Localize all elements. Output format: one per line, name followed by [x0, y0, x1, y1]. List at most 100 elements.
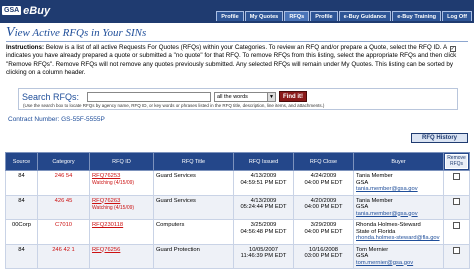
search-mode-select[interactable]: all the words ▼ [214, 92, 276, 102]
table-row: 84 246 42 1 RFQ76256 Guard Protection 10… [5, 243, 470, 269]
cell-source: 84 [5, 243, 38, 269]
column-header-buyer[interactable]: Buyer [353, 152, 444, 171]
nav-tab-profile-left[interactable]: Profile [216, 11, 244, 21]
main-nav: Profile My Quotes RFQs Profile e-Buy Gui… [215, 11, 472, 21]
cell-buyer: Tania Member GSA tania.member@gsa.gov [353, 170, 444, 196]
buyer-email-link[interactable]: tom.mernier@gsa.gov [356, 260, 441, 267]
cell-rfq-id: RFQ230118 [89, 219, 154, 245]
column-header-rfq-title[interactable]: RFQ Title [153, 152, 234, 171]
contract-number: Contract Number: GS-55F-5555P [8, 116, 105, 123]
buyer-email-link[interactable]: tania.member@gsa.gov [356, 211, 441, 218]
issued-time: 04:56:48 PM EDT [240, 228, 287, 235]
cell-remove [443, 194, 470, 220]
table-row: 00Corp C7010 RFQ230118 Computers 3/25/20… [5, 219, 470, 245]
cell-rfq-issued: 10/05/2007 11:46:39 PM EDT [233, 243, 294, 269]
instructions-text: Instructions: Below is a list of all act… [6, 44, 470, 77]
column-header-rfq-close[interactable]: RFQ Close [293, 152, 354, 171]
column-header-rfq-id[interactable]: RFQ ID [89, 152, 154, 171]
cell-rfq-close: 3/29/2009 04:00 PM EDT [293, 219, 354, 245]
issued-time: 05:24:44 PM EDT [240, 204, 287, 210]
buyer-email-link[interactable]: rhonda.holmes-steward@fla.gov [356, 235, 441, 242]
nav-tab-log-off[interactable]: Log Off [442, 11, 472, 21]
checkmark-icon: ✓ [449, 46, 456, 52]
cell-source: 00Corp [5, 219, 38, 245]
cell-rfq-close: 4/24/2009 04:00 PM EDT [293, 170, 354, 196]
buyer-email-link[interactable]: tania.member@gsa.gov [356, 186, 441, 193]
rfq-history-button[interactable]: RFQ History [411, 133, 468, 143]
category-link[interactable]: 246 54 [55, 173, 73, 179]
cell-rfq-id: RFQ76253 Watching (4/15/09) [89, 170, 154, 196]
cell-buyer: Tania Member GSA tania.member@gsa.gov [353, 194, 444, 220]
search-panel: Search RFQs: all the words ▼ Find it! (Us… [18, 88, 458, 110]
cell-rfq-id: RFQ76263 Watching (4/15/09) [89, 194, 154, 220]
chevron-down-icon: ▼ [267, 93, 275, 101]
remove-rfqs-button[interactable]: Remove RFQs [445, 154, 468, 169]
gsa-logo-mark: GSA [2, 6, 22, 15]
cell-buyer: Tom Mernier GSA tom.mernier@gsa.gov [353, 243, 444, 269]
cell-rfq-title: Computers [153, 219, 234, 245]
rfq-id-link[interactable]: RFQ76256 [92, 247, 120, 253]
table-row: 84 426 45 RFQ76263 Watching (4/15/09) Gua… [5, 194, 470, 220]
close-time: 03:00 PM EDT [304, 253, 343, 259]
column-header-category[interactable]: Category [37, 152, 90, 171]
rfq-id-link[interactable]: RFQ76263 [92, 198, 120, 204]
remove-checkbox[interactable] [453, 246, 460, 254]
cell-buyer: Rhonda Holmes-Steward State of Florida rho… [353, 219, 444, 245]
remove-checkbox[interactable] [453, 222, 460, 229]
title-divider [6, 41, 468, 42]
cell-category: 246 54 [37, 170, 90, 196]
instructions-label: Instructions: [6, 44, 45, 51]
search-label: Search RFQs: [22, 92, 80, 102]
cell-rfq-close: 10/16/2008 03:00 PM EDT [293, 243, 354, 269]
rfq-id-link[interactable]: RFQ76253 [92, 173, 120, 179]
nav-tab-profile[interactable]: Profile [310, 11, 338, 21]
cell-source: 84 [5, 194, 38, 220]
column-header-source[interactable]: Source [5, 152, 38, 171]
nav-tab-rfqs[interactable]: RFQs [284, 11, 310, 21]
search-help-text: (Use the search box to locate RFQs by ag… [23, 103, 325, 108]
cell-rfq-issued: 4/13/2009 05:24:44 PM EDT [233, 194, 294, 220]
cell-rfq-close: 4/20/2009 04:00 PM EDT [293, 194, 354, 220]
cell-rfq-title: Guard Services [153, 170, 234, 196]
close-time: 04:00 PM EDT [304, 179, 343, 186]
column-header-remove: Remove RFQs [443, 152, 470, 171]
instructions-part2: indicates you have already prepared a qu… [6, 52, 457, 76]
gsa-ebuy-logo: GSA eBuy [2, 2, 50, 19]
remove-checkbox[interactable] [453, 173, 460, 180]
cell-category: 426 45 [37, 194, 90, 220]
cell-rfq-title: Guard Services [153, 194, 234, 220]
top-header-bar: GSA eBuy Profile My Quotes RFQs Profile … [0, 0, 474, 23]
table-row: 84 246 54 RFQ76253 Watching (4/15/09) Gua… [5, 170, 470, 196]
cell-rfq-issued: 3/25/2009 04:56:48 PM EDT [233, 219, 294, 245]
cell-remove [443, 243, 470, 269]
page-title-initial: V [6, 25, 15, 40]
ebuy-logo-text: eBuy [23, 4, 51, 17]
close-time: 04:00 PM EDT [304, 228, 343, 235]
cell-remove [443, 219, 470, 245]
nav-tab-my-quotes[interactable]: My Quotes [244, 11, 284, 21]
column-header-rfq-issued[interactable]: RFQ Issued [233, 152, 294, 171]
page-title: View Active RFQs in Your SINs [6, 25, 146, 41]
rfq-id-link[interactable]: RFQ230118 [92, 222, 123, 228]
issued-time: 04:59:51 PM EDT [240, 179, 287, 186]
instructions-part1: Below is a list of all active Requests F… [44, 44, 449, 51]
category-link[interactable]: 426 45 [55, 198, 73, 204]
rfq-table: Source Category RFQ ID RFQ Title RFQ Iss… [5, 152, 470, 269]
page-title-rest: iew Active RFQs in Your SINs [14, 27, 147, 39]
find-it-button[interactable]: Find it! [279, 91, 307, 102]
issued-time: 11:46:39 PM EDT [240, 253, 287, 259]
watching-label: Watching (4/15/09) [92, 180, 135, 186]
close-time: 04:00 PM EDT [304, 204, 343, 210]
search-input[interactable] [87, 92, 211, 102]
category-link[interactable]: 246 42 1 [52, 247, 75, 253]
remove-checkbox[interactable] [453, 197, 460, 205]
cell-source: 84 [5, 170, 38, 196]
nav-tab-ebuy-training[interactable]: e-Buy Training [392, 11, 442, 21]
watching-label: Watching (4/15/09) [92, 204, 135, 211]
category-link[interactable]: C7010 [55, 222, 72, 228]
cell-category: C7010 [37, 219, 90, 245]
cell-rfq-title: Guard Protection [153, 243, 234, 269]
nav-tab-ebuy-guidance[interactable]: e-Buy Guidance [338, 11, 392, 21]
cell-category: 246 42 1 [37, 243, 90, 269]
cell-remove [443, 170, 470, 196]
